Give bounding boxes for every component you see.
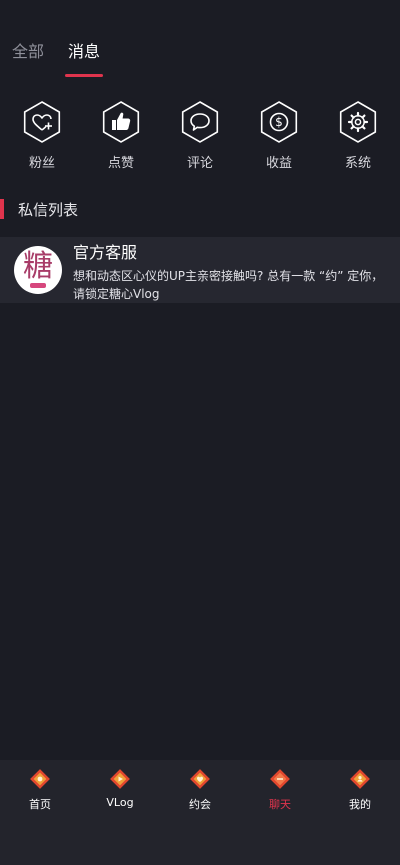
conversation-body: 官方客服 想和动态区心仪的UP主亲密接触吗? 总有一款 “约” 定你，请锁定糖心… (73, 237, 385, 303)
quick-action-label: 收益 (265, 156, 292, 171)
speech-bubble-icon (178, 100, 222, 144)
nav-label: 首页 (29, 798, 51, 811)
avatar: 糖 (14, 246, 62, 294)
quick-action-label: 点赞 (107, 156, 134, 171)
quick-action-comments[interactable]: 评论 (178, 100, 222, 171)
quick-action-label: 评论 (186, 156, 213, 171)
top-tabs: 全部 消息 (10, 40, 104, 77)
avatar-logo: 糖 (23, 249, 53, 284)
thumbs-up-icon (99, 100, 143, 144)
profile-icon (349, 768, 371, 790)
tab-all[interactable]: 全部 (10, 40, 46, 64)
section-header: 私信列表 (0, 198, 78, 220)
quick-actions: 粉丝 点赞 评论 $ 收益 系统 (0, 100, 400, 171)
svg-text:$: $ (275, 115, 283, 129)
quick-action-label: 系统 (344, 156, 371, 171)
quick-action-system[interactable]: 系统 (336, 100, 380, 171)
nav-dating[interactable]: 约会 (160, 760, 240, 865)
nav-label: VLog (106, 796, 134, 809)
heart-plus-icon (20, 100, 64, 144)
gear-icon (336, 100, 380, 144)
avatar-badge (30, 283, 46, 288)
quick-action-likes[interactable]: 点赞 (99, 100, 143, 171)
conversation-item[interactable]: 糖 官方客服 想和动态区心仪的UP主亲密接触吗? 总有一款 “约” 定你，请锁定… (0, 237, 400, 303)
dating-icon (189, 768, 211, 790)
nav-vlog[interactable]: VLog (80, 760, 160, 865)
home-icon (29, 768, 51, 790)
bottom-nav: 首页 VLog 约会 聊天 我的 (0, 760, 400, 865)
quick-action-label: 粉丝 (28, 156, 55, 171)
nav-label: 我的 (349, 798, 371, 811)
conversation-preview: 想和动态区心仪的UP主亲密接触吗? 总有一款 “约” 定你，请锁定糖心Vlog (73, 269, 384, 301)
quick-action-earnings[interactable]: $ 收益 (257, 100, 301, 171)
section-title: 私信列表 (18, 200, 79, 219)
nav-profile[interactable]: 我的 (320, 760, 400, 865)
conversation-name: 官方客服 (73, 243, 138, 262)
nav-home[interactable]: 首页 (0, 760, 80, 865)
nav-chat[interactable]: 聊天 (240, 760, 320, 865)
tab-messages[interactable]: 消息 (65, 40, 104, 77)
chat-icon (269, 768, 291, 790)
section-accent-bar (0, 199, 4, 219)
vlog-icon (109, 768, 131, 790)
nav-label: 聊天 (269, 798, 291, 811)
quick-action-fans[interactable]: 粉丝 (20, 100, 64, 171)
dollar-coin-icon: $ (257, 100, 301, 144)
nav-label: 约会 (189, 798, 211, 811)
